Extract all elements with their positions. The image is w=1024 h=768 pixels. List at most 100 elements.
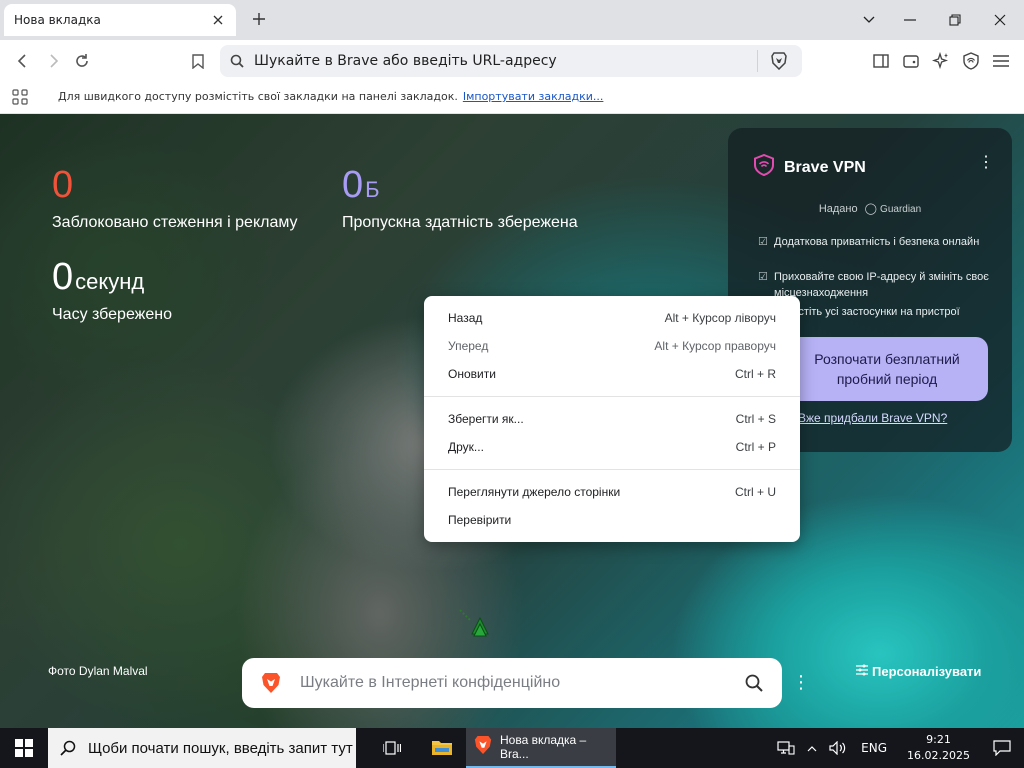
context-menu: Назад Alt + Курсор ліворуч Уперед Alt + … bbox=[424, 296, 800, 542]
menu-item-back[interactable]: Назад Alt + Курсор ліворуч bbox=[424, 304, 800, 332]
stat-bandwidth-unit: Б bbox=[365, 177, 380, 202]
menu-item-label: Переглянути джерело сторінки bbox=[448, 485, 621, 499]
address-bar-placeholder: Шукайте в Brave або введіть URL-адресу bbox=[254, 53, 557, 69]
menu-item-save-as[interactable]: Зберегти як... Ctrl + S bbox=[424, 405, 800, 433]
taskbar: Щоби почати пошук, введіть запит тут Нов… bbox=[0, 728, 1024, 768]
apps-grid-icon[interactable] bbox=[0, 88, 40, 105]
vpn-logo-icon bbox=[754, 153, 774, 181]
sidebar-toggle-icon[interactable] bbox=[868, 48, 894, 74]
search-box[interactable]: Шукайте в Інтернеті конфіденційно bbox=[242, 658, 782, 708]
menu-item-label: Зберегти як... bbox=[448, 412, 524, 426]
search-icon[interactable] bbox=[726, 674, 782, 692]
reload-button[interactable] bbox=[69, 48, 95, 74]
menu-item-forward[interactable]: Уперед Alt + Курсор праворуч bbox=[424, 332, 800, 360]
stat-time-value: 0 bbox=[52, 256, 74, 298]
menu-item-inspect[interactable]: Перевірити bbox=[424, 506, 800, 534]
stat-blocked-value: 0 bbox=[52, 164, 74, 206]
stat-time: 0секунд Часу збережено bbox=[52, 258, 172, 324]
menu-item-reload[interactable]: Оновити Ctrl + R bbox=[424, 360, 800, 388]
menu-item-shortcut: Ctrl + R bbox=[734, 367, 776, 381]
menu-item-label: Друк... bbox=[448, 440, 484, 454]
task-view-icon[interactable] bbox=[368, 728, 416, 768]
stat-time-unit: секунд bbox=[75, 269, 145, 294]
stat-bandwidth-value: 0 bbox=[342, 164, 364, 206]
vpn-partner: Guardian bbox=[880, 204, 922, 215]
stat-blocked-label: Заблоковано стеження і рекламу bbox=[52, 214, 298, 231]
vpn-shield-icon[interactable] bbox=[958, 48, 984, 74]
restore-button[interactable] bbox=[940, 6, 970, 34]
menu-item-label: Перевірити bbox=[448, 513, 512, 527]
clock[interactable]: 9:21 16.02.2025 bbox=[907, 732, 970, 764]
import-bookmarks-link[interactable]: Імпортувати закладки... bbox=[463, 90, 604, 103]
search-icon bbox=[220, 54, 254, 68]
back-button[interactable] bbox=[10, 48, 36, 74]
vpn-powered-by: Надано ◯ Guardian bbox=[728, 202, 1012, 215]
notifications-icon[interactable] bbox=[980, 740, 1024, 756]
forward-button[interactable] bbox=[40, 48, 66, 74]
bookmarks-bar: Для швидкого доступу розмістіть свої зак… bbox=[0, 80, 1024, 114]
leo-ai-icon[interactable] bbox=[928, 48, 954, 74]
brave-logo-icon bbox=[242, 672, 300, 694]
start-button[interactable] bbox=[0, 728, 48, 768]
wallet-icon[interactable] bbox=[898, 48, 924, 74]
brave-shields-icon[interactable] bbox=[766, 52, 792, 70]
tab-title: Нова вкладка bbox=[14, 13, 101, 27]
photo-credit[interactable]: Фото Dylan Malval bbox=[48, 664, 148, 678]
menu-item-shortcut: Alt + Курсор ліворуч bbox=[664, 311, 776, 325]
vpn-feature-text: Захистіть усі застосунки на пристрої bbox=[774, 306, 960, 318]
network-icon[interactable] bbox=[773, 741, 799, 755]
new-tab-button[interactable] bbox=[248, 8, 270, 30]
menu-separator bbox=[424, 396, 800, 397]
more-options-icon[interactable]: ⋮ bbox=[792, 672, 810, 693]
menu-item-shortcut: Ctrl + U bbox=[734, 485, 776, 499]
close-icon[interactable] bbox=[210, 12, 226, 28]
search-placeholder: Шукайте в Інтернеті конфіденційно bbox=[300, 674, 561, 691]
bookmarks-hint: Для швидкого доступу розмістіть свої зак… bbox=[58, 90, 458, 103]
tab-new-tab[interactable]: Нова вкладка bbox=[4, 4, 236, 36]
vpn-powered-by-text: Надано bbox=[818, 203, 858, 215]
stat-bandwidth: 0Б Пропускна здатність збережена bbox=[342, 166, 578, 232]
menu-item-print[interactable]: Друк... Ctrl + P bbox=[424, 433, 800, 461]
vpn-start-trial-button[interactable]: Розпочати безплатний пробний період bbox=[786, 337, 988, 401]
taskbar-search-placeholder: Щоби почати пошук, введіть запит тут bbox=[88, 739, 353, 757]
guardian-logo-icon: ◯ bbox=[864, 203, 877, 215]
shield-check-icon: ☑ bbox=[758, 236, 768, 248]
menu-item-label: Оновити bbox=[448, 367, 496, 381]
taskbar-search[interactable]: Щоби почати пошук, введіть запит тут bbox=[48, 728, 356, 768]
vpn-already-purchased-link[interactable]: Вже придбали Brave VPN? bbox=[798, 411, 947, 425]
menu-item-shortcut: Ctrl + S bbox=[735, 412, 776, 426]
menu-item-view-source[interactable]: Переглянути джерело сторінки Ctrl + U bbox=[424, 478, 800, 506]
window-close-button[interactable] bbox=[985, 6, 1015, 34]
address-bar[interactable]: Шукайте в Brave або введіть URL-адресу bbox=[220, 45, 802, 77]
vpn-title: Brave VPN bbox=[784, 158, 866, 176]
cursor-icon bbox=[458, 608, 492, 646]
divider bbox=[757, 50, 758, 72]
menu-item-shortcut: Ctrl + P bbox=[735, 440, 776, 454]
chevron-up-icon[interactable] bbox=[799, 745, 825, 752]
file-explorer-icon[interactable] bbox=[418, 728, 466, 768]
settings-sliders-icon bbox=[856, 664, 868, 679]
customize-button[interactable]: Персоналізувати bbox=[856, 664, 981, 679]
stat-time-label: Часу збережено bbox=[52, 306, 172, 323]
menu-item-label: Уперед bbox=[448, 339, 489, 353]
search-icon bbox=[48, 740, 88, 756]
vpn-feature-text: Приховайте свою IP-адресу й змініть своє… bbox=[774, 271, 989, 299]
volume-icon[interactable] bbox=[825, 741, 851, 755]
vpn-more-options-icon[interactable]: ⋮ bbox=[978, 152, 994, 172]
tab-strip: Нова вкладка bbox=[0, 0, 1024, 40]
stat-blocked: 0 Заблоковано стеження і рекламу bbox=[52, 166, 298, 232]
system-tray: ENG 9:21 16.02.2025 bbox=[773, 728, 1024, 768]
menu-item-label: Назад bbox=[448, 311, 483, 325]
minimize-button[interactable] bbox=[895, 6, 925, 34]
brave-logo-icon bbox=[474, 735, 492, 759]
taskbar-app-brave[interactable]: Нова вкладка – Bra... bbox=[466, 728, 616, 768]
bookmark-icon[interactable] bbox=[185, 48, 211, 74]
menu-hamburger-icon[interactable] bbox=[988, 48, 1014, 74]
vpn-feature-text: Додаткова приватність і безпека онлайн bbox=[774, 236, 980, 248]
vpn-feature: ☑ Додаткова приватність і безпека онлайн bbox=[758, 234, 998, 250]
customize-label: Персоналізувати bbox=[872, 664, 982, 679]
language-indicator[interactable]: ENG bbox=[861, 741, 887, 755]
tab-search-chevron-down-icon[interactable] bbox=[854, 6, 884, 34]
menu-separator bbox=[424, 469, 800, 470]
stat-bandwidth-label: Пропускна здатність збережена bbox=[342, 214, 578, 231]
